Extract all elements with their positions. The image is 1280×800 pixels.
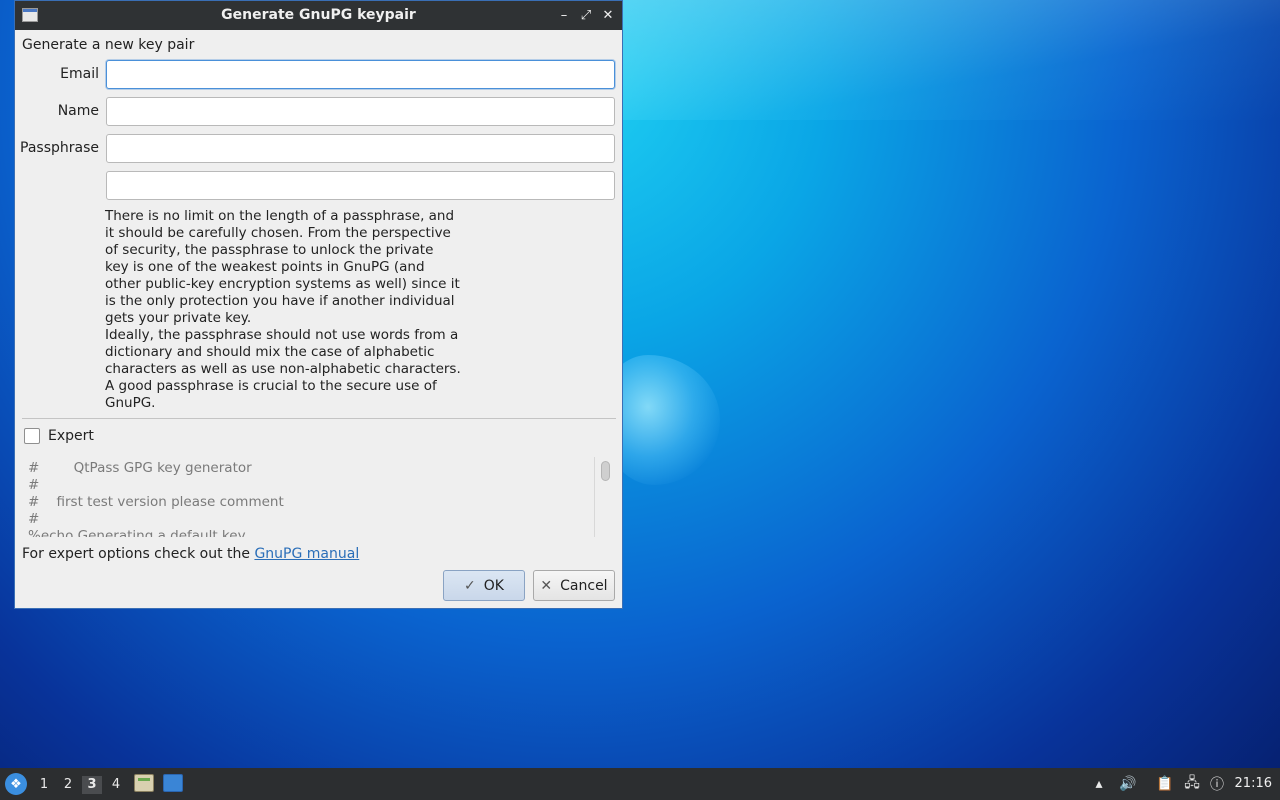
- workspace-2[interactable]: 2: [58, 776, 78, 794]
- script-scrollbar[interactable]: [594, 457, 616, 537]
- window-controls: – ⤢ ✕: [556, 5, 616, 25]
- notification-icon[interactable]: ⓘ: [1208, 774, 1226, 794]
- workspace-4[interactable]: 4: [106, 776, 126, 794]
- scrollbar-thumb[interactable]: [601, 461, 610, 481]
- expert-checkbox[interactable]: [24, 428, 40, 444]
- passphrase-confirm-field[interactable]: [106, 171, 615, 200]
- name-label: Name: [57, 103, 99, 119]
- cancel-button[interactable]: ✕ Cancel: [533, 570, 615, 601]
- name-field[interactable]: [106, 97, 615, 126]
- ok-label: OK: [483, 577, 504, 594]
- minimize-button[interactable]: –: [556, 5, 572, 25]
- start-menu-icon[interactable]: ❖: [5, 773, 27, 795]
- gnupg-manual-link[interactable]: GnuPG manual: [254, 546, 359, 562]
- manual-hint: For expert options check out the GnuPG m…: [22, 546, 359, 562]
- expert-label: Expert: [48, 428, 94, 444]
- ok-button[interactable]: ✓ OK: [443, 570, 525, 601]
- window-icon[interactable]: [163, 774, 183, 792]
- workspace-1[interactable]: 1: [34, 776, 54, 794]
- cancel-label: Cancel: [560, 577, 608, 594]
- window-title: Generate GnuPG keypair: [221, 7, 416, 23]
- generate-keypair-dialog: Generate GnuPG keypair – ⤢ ✕ Generate a …: [14, 0, 623, 609]
- passphrase-label: Passphrase: [20, 140, 99, 156]
- expert-toggle[interactable]: Expert: [24, 428, 94, 444]
- expert-script-text: # QtPass GPG key generator # # first tes…: [28, 460, 284, 537]
- network-icon[interactable]: 🖧: [1182, 774, 1202, 794]
- manual-prefix: For expert options check out the: [22, 546, 255, 562]
- file-manager-icon[interactable]: [134, 774, 154, 792]
- email-label: Email: [60, 66, 99, 82]
- clipboard-icon[interactable]: 📋: [1155, 774, 1175, 794]
- maximize-button[interactable]: ⤢: [578, 5, 594, 25]
- check-icon: ✓: [464, 577, 476, 594]
- passphrase-help-text: There is no limit on the length of a pas…: [105, 208, 461, 411]
- clock: 21:16: [1234, 776, 1272, 791]
- title-bar[interactable]: Generate GnuPG keypair – ⤢ ✕: [15, 1, 622, 30]
- dialog-heading: Generate a new key pair: [22, 37, 195, 53]
- email-field[interactable]: [106, 60, 615, 89]
- taskbar: ❖ 1 2 3 4 ▴ 🔊 📋 🖧 ⓘ 21:16: [0, 768, 1280, 800]
- expert-script-editor[interactable]: # QtPass GPG key generator # # first tes…: [22, 457, 616, 537]
- tray-up-icon[interactable]: ▴: [1090, 774, 1108, 794]
- close-x-icon: ✕: [540, 577, 553, 594]
- divider: [22, 418, 616, 419]
- volume-icon[interactable]: 🔊: [1118, 774, 1138, 794]
- close-button[interactable]: ✕: [600, 5, 616, 25]
- workspace-3[interactable]: 3: [82, 776, 102, 794]
- desktop-light: [620, 0, 1280, 120]
- passphrase-field[interactable]: [106, 134, 615, 163]
